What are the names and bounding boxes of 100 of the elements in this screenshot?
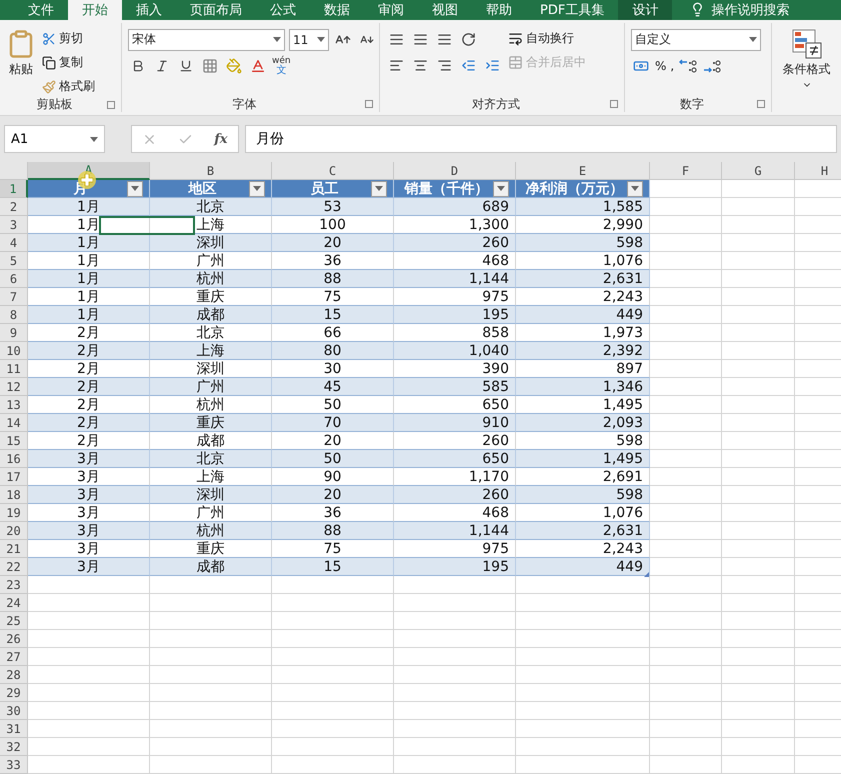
ribbon-tab[interactable]: 插入 (122, 0, 176, 20)
empty-cell[interactable] (722, 450, 795, 468)
row-header[interactable]: 9 (0, 324, 28, 342)
font-size-field[interactable]: 11 (289, 28, 329, 51)
ribbon-tab[interactable]: 开始 (68, 0, 122, 20)
empty-cell[interactable] (722, 234, 795, 252)
dialog-launcher-icon[interactable] (365, 100, 373, 108)
empty-cell[interactable] (722, 306, 795, 324)
paste-button[interactable]: 粘贴 (6, 28, 36, 97)
orientation-icon[interactable] (460, 32, 476, 48)
empty-cell[interactable] (722, 594, 795, 612)
number-format-field[interactable]: 自定义 (631, 28, 761, 51)
align-left-icon[interactable] (388, 58, 404, 74)
empty-cell[interactable] (150, 756, 272, 774)
select-all-corner[interactable] (0, 162, 28, 180)
empty-cell[interactable] (516, 702, 650, 720)
format-painter-button[interactable]: 格式刷 (42, 76, 95, 97)
dialog-launcher-icon[interactable] (610, 100, 618, 108)
empty-cell[interactable] (272, 594, 394, 612)
empty-cell[interactable] (272, 684, 394, 702)
row-header[interactable]: 12 (0, 378, 28, 396)
italic-icon[interactable] (155, 58, 169, 73)
empty-cell[interactable] (722, 576, 795, 594)
empty-cell[interactable] (650, 576, 722, 594)
empty-cell[interactable] (722, 360, 795, 378)
column-header[interactable]: C (272, 162, 394, 180)
empty-cell[interactable] (722, 522, 795, 540)
empty-cell[interactable] (516, 594, 650, 612)
empty-cell[interactable] (394, 720, 516, 738)
empty-cell[interactable] (150, 720, 272, 738)
row-header[interactable]: 21 (0, 540, 28, 558)
ribbon-tab[interactable]: 公式 (256, 0, 310, 20)
empty-cell[interactable] (722, 378, 795, 396)
empty-cell[interactable] (650, 612, 722, 630)
empty-cell[interactable] (722, 720, 795, 738)
empty-cell[interactable] (150, 684, 272, 702)
ribbon-tab[interactable]: 设计 (618, 0, 672, 20)
empty-cell[interactable] (272, 576, 394, 594)
row-header[interactable]: 3 (0, 216, 28, 234)
indent-decrease-icon[interactable] (460, 58, 476, 74)
name-box[interactable]: A1 (4, 125, 105, 154)
empty-cell[interactable] (394, 594, 516, 612)
column-header[interactable]: B (150, 162, 272, 180)
row-header[interactable]: 22 (0, 558, 28, 576)
empty-cell[interactable] (722, 270, 795, 288)
row-header[interactable]: 5 (0, 252, 28, 270)
empty-cell[interactable] (394, 612, 516, 630)
empty-cell[interactable] (394, 756, 516, 774)
indent-increase-icon[interactable] (484, 58, 500, 74)
empty-cell[interactable] (394, 648, 516, 666)
ribbon-tab[interactable]: 数据 (310, 0, 364, 20)
empty-cell[interactable] (722, 684, 795, 702)
align-right-icon[interactable] (436, 58, 452, 74)
empty-cell[interactable] (722, 666, 795, 684)
column-header[interactable]: D (394, 162, 516, 180)
filter-button[interactable] (493, 180, 509, 196)
row-header[interactable]: 17 (0, 468, 28, 486)
row-header[interactable]: 18 (0, 486, 28, 504)
bold-icon[interactable] (131, 58, 145, 73)
align-top-icon[interactable] (388, 32, 404, 48)
fill-color-icon[interactable] (226, 58, 242, 74)
row-header[interactable]: 2 (0, 198, 28, 216)
empty-cell[interactable] (394, 666, 516, 684)
ribbon-tab[interactable]: 文件 (14, 0, 68, 20)
empty-cell[interactable] (650, 720, 722, 738)
ribbon-tab[interactable]: 审阅 (364, 0, 418, 20)
empty-cell[interactable] (150, 576, 272, 594)
empty-cell[interactable] (722, 504, 795, 522)
row-header[interactable]: 7 (0, 288, 28, 306)
align-bottom-icon[interactable] (436, 32, 452, 48)
empty-cell[interactable] (722, 756, 795, 774)
filter-button[interactable] (371, 180, 387, 196)
empty-cell[interactable] (722, 324, 795, 342)
insert-function-button[interactable]: fx (214, 132, 228, 147)
empty-cell[interactable] (150, 594, 272, 612)
empty-cell[interactable] (722, 648, 795, 666)
column-header[interactable]: H (795, 162, 841, 180)
formula-field[interactable]: 月份 (245, 125, 837, 154)
row-header[interactable]: 29 (0, 684, 28, 702)
empty-cell[interactable] (722, 432, 795, 450)
align-center-icon[interactable] (412, 58, 428, 74)
filter-button[interactable] (627, 180, 643, 196)
empty-cell[interactable] (722, 342, 795, 360)
empty-cell[interactable] (516, 612, 650, 630)
empty-cell[interactable] (650, 756, 722, 774)
empty-cell[interactable] (722, 468, 795, 486)
row-header[interactable]: 30 (0, 702, 28, 720)
border-icon[interactable] (202, 58, 218, 74)
cut-button[interactable]: 剪切 (42, 28, 95, 49)
empty-cell[interactable] (150, 630, 272, 648)
row-header[interactable]: 25 (0, 612, 28, 630)
row-header[interactable]: 28 (0, 666, 28, 684)
empty-cell[interactable] (150, 648, 272, 666)
empty-cell[interactable] (722, 540, 795, 558)
empty-cell[interactable] (272, 630, 394, 648)
dialog-launcher-icon[interactable] (757, 100, 765, 108)
row-header[interactable]: 33 (0, 756, 28, 774)
empty-cell[interactable] (516, 630, 650, 648)
empty-cell[interactable] (722, 252, 795, 270)
empty-cell[interactable] (516, 576, 650, 594)
